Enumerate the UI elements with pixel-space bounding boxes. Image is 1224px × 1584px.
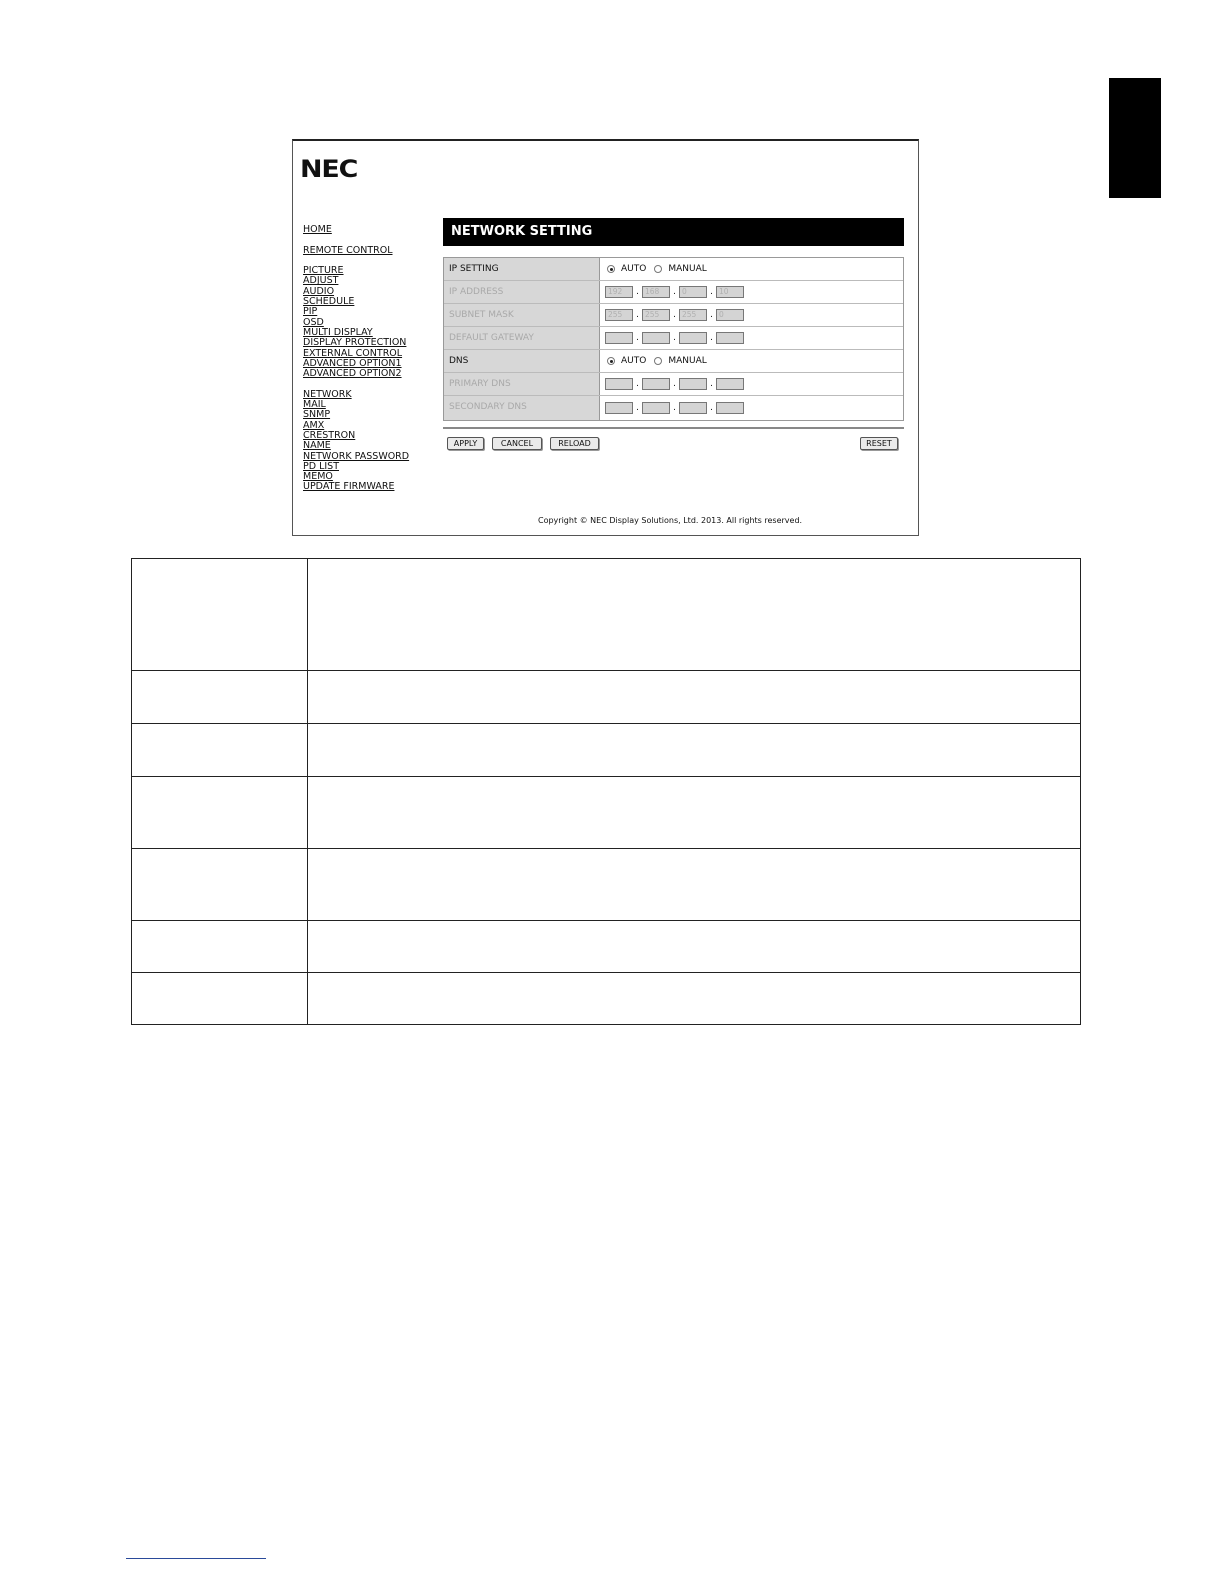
nav-group-home: HOME — [303, 224, 409, 235]
divider — [443, 427, 904, 429]
default-gateway-label: DEFAULT GATEWAY — [444, 327, 600, 349]
ip-address-octet-input[interactable]: 0 — [679, 286, 707, 298]
reset-button[interactable]: RESET — [860, 437, 898, 450]
subnet-mask-label: SUBNET MASK — [444, 304, 600, 326]
octet-separator: . — [636, 287, 639, 297]
copyright-text: Copyright © NEC Display Solutions, Ltd. … — [538, 516, 803, 525]
sidebar-nav: HOME REMOTE CONTROL PICTURE ADJUST AUDIO SC… — [303, 224, 409, 493]
row-subnet-mask: SUBNET MASK 255. 255. 255. 0 — [444, 304, 903, 327]
octet-separator: . — [636, 310, 639, 320]
subnet-mask-octet-input[interactable]: 255 — [679, 309, 707, 321]
table-row — [131, 558, 1081, 671]
ip-address-field: 192. 168. 0. 10 — [605, 286, 744, 298]
nec-logo: NEC — [300, 155, 358, 183]
button-bar: APPLY CANCEL RELOAD RESET — [443, 437, 904, 453]
nav-link-schedule[interactable]: SCHEDULE — [303, 296, 409, 307]
secondary-dns-octet-input[interactable] — [605, 402, 633, 414]
row-ip-setting: IP SETTING AUTO MANUAL — [444, 258, 903, 281]
default-gateway-octet-input[interactable] — [642, 332, 670, 344]
secondary-dns-label: SECONDARY DNS — [444, 396, 600, 420]
default-gateway-octet-input[interactable] — [716, 332, 744, 344]
cancel-button[interactable]: CANCEL — [492, 437, 542, 450]
ip-manual-label: MANUAL — [668, 264, 707, 274]
secondary-dns-octet-input[interactable] — [679, 402, 707, 414]
primary-dns-octet-input[interactable] — [716, 378, 744, 390]
table-row — [131, 920, 1081, 973]
web-ui-screenshot: NEC HOME REMOTE CONTROL PICTURE ADJUST AUD… — [292, 139, 919, 536]
dns-manual-radio[interactable] — [654, 357, 663, 365]
ip-auto-radio[interactable] — [607, 265, 615, 273]
subnet-mask-octet-input[interactable]: 255 — [605, 309, 633, 321]
octet-separator: . — [710, 287, 713, 297]
row-default-gateway: DEFAULT GATEWAY ... — [444, 327, 903, 350]
nav-link-remote-control[interactable]: REMOTE CONTROL — [303, 245, 409, 256]
octet-separator: . — [636, 403, 639, 413]
nav-link-name[interactable]: NAME — [303, 440, 409, 451]
secondary-dns-octet-input[interactable] — [716, 402, 744, 414]
ip-address-octet-input[interactable]: 168 — [642, 286, 670, 298]
table-row — [131, 776, 1081, 849]
subnet-mask-octet-input[interactable]: 255 — [642, 309, 670, 321]
nav-group-network: NETWORK MAIL SNMP AMX CRESTRON NAME NETWORK PA… — [303, 389, 409, 493]
network-setting-panel: NETWORK SETTING IP SETTING AUTO MANUAL I… — [443, 218, 904, 453]
panel-title: NETWORK SETTING — [443, 218, 904, 246]
octet-separator: . — [710, 379, 713, 389]
dns-manual-label: MANUAL — [668, 356, 707, 366]
subnet-mask-field: 255. 255. 255. 0 — [605, 309, 744, 321]
footer-rule — [126, 1558, 266, 1559]
octet-separator: . — [710, 333, 713, 343]
default-gateway-octet-input[interactable] — [605, 332, 633, 344]
settings-table: IP SETTING AUTO MANUAL IP ADDRESS 192. 16… — [443, 257, 904, 421]
dns-auto-radio[interactable] — [607, 357, 615, 365]
primary-dns-octet-input[interactable] — [679, 378, 707, 390]
table-row — [131, 848, 1081, 921]
row-dns: DNS AUTO MANUAL — [444, 350, 903, 373]
dns-label: DNS — [444, 350, 600, 372]
table-row — [131, 670, 1081, 724]
secondary-dns-octet-input[interactable] — [642, 402, 670, 414]
default-gateway-field: ... — [605, 332, 744, 344]
description-table — [131, 558, 1081, 1025]
octet-separator: . — [673, 403, 676, 413]
ip-address-label: IP ADDRESS — [444, 281, 600, 303]
subnet-mask-octet-input[interactable]: 0 — [716, 309, 744, 321]
ip-manual-radio[interactable] — [654, 265, 663, 273]
primary-dns-octet-input[interactable] — [605, 378, 633, 390]
default-gateway-octet-input[interactable] — [679, 332, 707, 344]
octet-separator: . — [710, 310, 713, 320]
octet-separator: . — [673, 379, 676, 389]
primary-dns-octet-input[interactable] — [642, 378, 670, 390]
chapter-tab — [1109, 78, 1161, 198]
primary-dns-label: PRIMARY DNS — [444, 373, 600, 395]
row-secondary-dns: SECONDARY DNS ... — [444, 396, 903, 420]
nav-link-home[interactable]: HOME — [303, 224, 409, 235]
ip-auto-label: AUTO — [621, 264, 647, 274]
octet-separator: . — [673, 333, 676, 343]
row-primary-dns: PRIMARY DNS ... — [444, 373, 903, 396]
secondary-dns-field: ... — [605, 402, 744, 414]
table-row — [131, 723, 1081, 777]
nav-group-remote: REMOTE CONTROL — [303, 245, 409, 256]
octet-separator: . — [673, 287, 676, 297]
row-ip-address: IP ADDRESS 192. 168. 0. 10 — [444, 281, 903, 304]
primary-dns-field: ... — [605, 378, 744, 390]
nav-link-update-firmware[interactable]: UPDATE FIRMWARE — [303, 482, 409, 493]
octet-separator: . — [636, 333, 639, 343]
reload-button[interactable]: RELOAD — [550, 437, 599, 450]
ip-setting-label: IP SETTING — [444, 258, 600, 280]
octet-separator: . — [636, 379, 639, 389]
table-row — [131, 972, 1081, 1025]
nav-group-display: PICTURE ADJUST AUDIO SCHEDULE PIP OSD MULTI DI… — [303, 265, 409, 379]
octet-separator: . — [673, 310, 676, 320]
octet-separator: . — [710, 403, 713, 413]
apply-button[interactable]: APPLY — [447, 437, 484, 450]
ip-address-octet-input[interactable]: 192 — [605, 286, 633, 298]
dns-auto-label: AUTO — [621, 356, 647, 366]
ip-address-octet-input[interactable]: 10 — [716, 286, 744, 298]
nav-link-advanced-option2[interactable]: ADVANCED OPTION2 — [303, 368, 409, 379]
